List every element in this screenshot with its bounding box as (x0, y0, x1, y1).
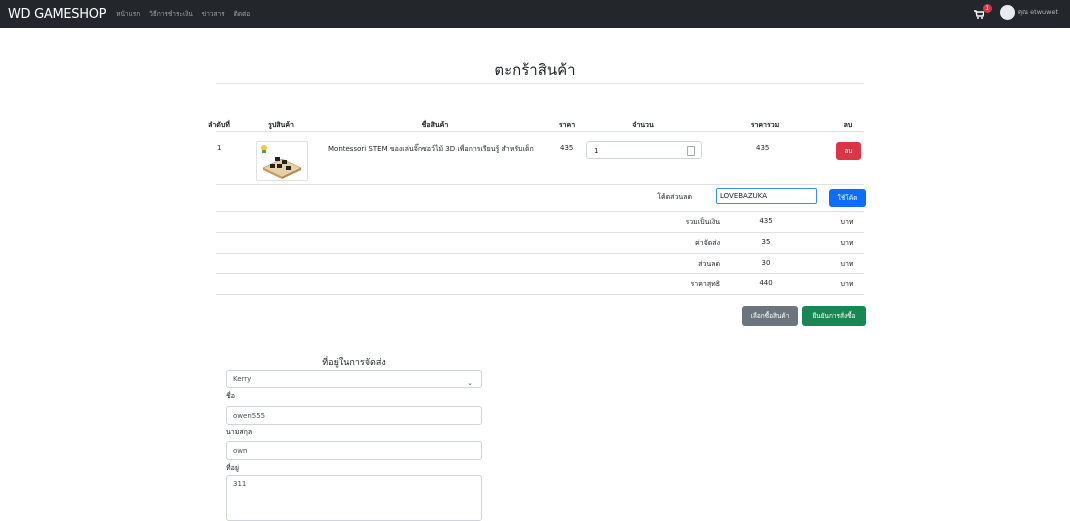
nav-contact[interactable]: ติดต่อ (234, 9, 251, 19)
header-total: ราคารวม (750, 121, 780, 129)
subtotal-unit: บาท (840, 218, 854, 226)
summary-divider (216, 294, 864, 295)
shipping-unit: บาท (840, 239, 854, 247)
quantity-value: 1 (594, 147, 599, 155)
row-total: 435 (756, 144, 770, 152)
spinner-icon[interactable] (687, 146, 695, 156)
discount-value: 30 (761, 259, 771, 267)
summary-divider (216, 253, 864, 254)
top-navbar: WD GAMESHOP หน้าแรก วิธีการชำระเงิน ข่าว… (0, 0, 1070, 28)
header-price: ราคา (558, 121, 576, 129)
product-thumbnail (256, 141, 308, 181)
shipping-label: ค่าจัดส่ง (695, 239, 720, 247)
discount-unit: บาท (840, 260, 854, 268)
nav-news[interactable]: ข่าวสาร (202, 9, 225, 19)
summary-divider (216, 273, 864, 274)
avatar[interactable] (999, 4, 1015, 20)
coupon-input[interactable]: LOVEBAZUKA (716, 188, 817, 204)
shipping-value: 35 (761, 238, 771, 246)
coupon-divider (216, 211, 864, 212)
row-divider (216, 184, 864, 185)
subtotal-value: 435 (759, 217, 773, 225)
puzzle-image (261, 145, 302, 179)
first-name-label: ชื่อ (226, 392, 235, 400)
header-divider (216, 131, 864, 132)
first-name-field[interactable]: owen555 (226, 406, 482, 425)
coupon-label: โค้ดส่วนลด (657, 193, 692, 201)
discount-label: ส่วนลด (698, 260, 720, 268)
net-price-value: 440 (759, 279, 773, 287)
row-index: 1 (217, 144, 222, 152)
header-delete: ลบ (843, 121, 853, 129)
cart-count-badge: 1 (982, 4, 992, 13)
confirm-order-button[interactable]: ยืนยันการสั่งซื้อ (802, 306, 866, 326)
product-price: 435 (560, 144, 574, 152)
continue-shopping-button[interactable]: เลือกซื้อสินค้า (742, 306, 798, 326)
page-title: ตะกร้าสินค้า (494, 61, 576, 79)
header-image: รูปสินค้า (268, 121, 294, 129)
net-price-label: ราคาสุทธิ (690, 280, 720, 288)
cart-icon (973, 10, 984, 19)
user-menu[interactable]: คุณ etwuwet (1018, 7, 1058, 17)
header-index: ลำดับที่ (208, 121, 230, 129)
carrier-value: Kerry (233, 375, 252, 383)
header-quantity: จำนวน (632, 121, 654, 129)
address-label: ที่อยู่ (226, 464, 239, 472)
header-name: ชื่อสินค้า (421, 121, 449, 129)
quantity-stepper[interactable]: 1 (586, 141, 702, 159)
net-price-unit: บาท (840, 280, 854, 288)
address-textarea[interactable]: 311 (226, 475, 482, 521)
brand-logo[interactable]: WD GAMESHOP (8, 7, 107, 22)
product-name[interactable]: Montessori STEM ของเล่นจิ๊กซอว์ไม้ 3D เพ… (328, 144, 534, 155)
delete-button[interactable]: ลบ (836, 142, 861, 160)
subtotal-label: รวมเป็นเงิน (685, 218, 720, 226)
last-name-field[interactable]: own (226, 441, 482, 460)
nav-payment[interactable]: วิธีการชำระเงิน (149, 9, 193, 19)
summary-divider (216, 232, 864, 233)
address-section-title: ที่อยู่ในการจัดส่ง (322, 358, 386, 368)
title-divider (216, 83, 864, 84)
nav-home[interactable]: หน้าแรก (116, 9, 140, 19)
cart-button[interactable]: 1 (973, 4, 992, 20)
carrier-select[interactable]: Kerry ⌄ (226, 370, 482, 388)
last-name-label: นามสกุล (226, 428, 253, 436)
chevron-down-icon: ⌄ (467, 379, 473, 387)
apply-coupon-button[interactable]: ใช้โค้ด (829, 189, 866, 207)
